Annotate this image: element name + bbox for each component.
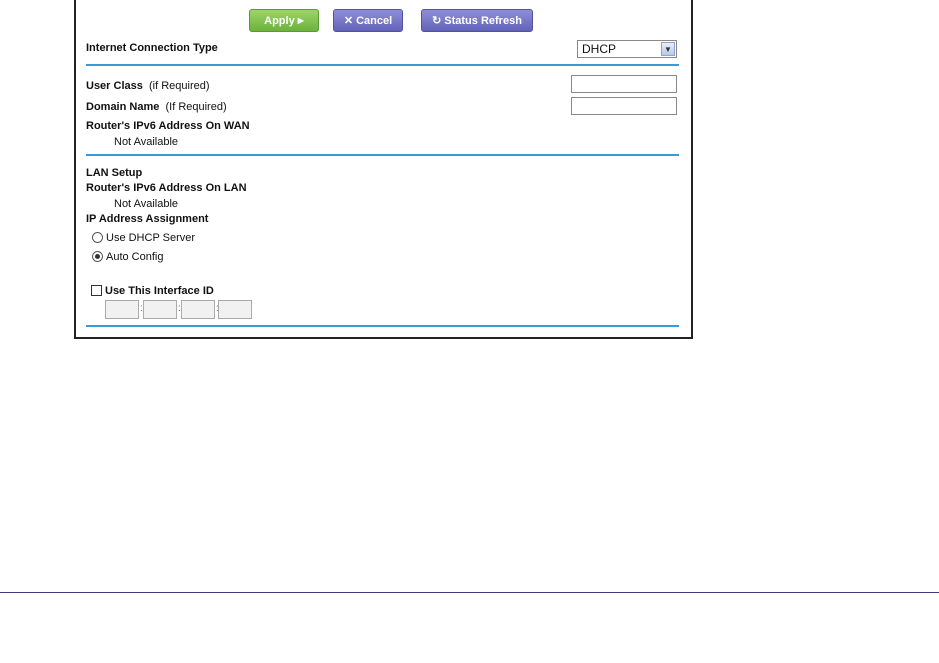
section-divider <box>86 154 679 156</box>
interface-id-field-3[interactable] <box>181 300 215 319</box>
cancel-label: Cancel <box>356 14 393 27</box>
status-refresh-label: Status Refresh <box>444 14 522 27</box>
interface-id-field-2[interactable] <box>143 300 177 319</box>
ip-address-assignment-label: IP Address Assignment <box>86 213 209 225</box>
apply-button[interactable]: Apply ▶ <box>249 9 319 32</box>
section-divider <box>86 325 679 327</box>
user-class-hint: (if Required) <box>149 80 210 92</box>
chevron-down-icon: ▼ <box>661 42 675 56</box>
ipv6-settings-panel: Apply ▶ ✕ Cancel ↻ Status Refresh Intern… <box>74 0 693 339</box>
connection-type-select[interactable]: DHCP ▼ <box>577 40 677 58</box>
auto-config-radio[interactable] <box>92 251 103 262</box>
connection-type-value: DHCP <box>582 42 617 56</box>
user-class-row: User Class (if Required) <box>86 80 210 92</box>
use-dhcp-server-radio[interactable] <box>92 232 103 243</box>
section-divider <box>86 64 679 66</box>
ipv6-lan-value: Not Available <box>114 198 179 210</box>
ipv6-wan-value: Not Available <box>114 136 179 148</box>
status-refresh-button[interactable]: ↻ Status Refresh <box>421 9 533 32</box>
domain-name-hint: (If Required) <box>165 101 227 113</box>
use-interface-id-checkbox[interactable] <box>91 285 102 296</box>
use-dhcp-server-label: Use DHCP Server <box>106 232 196 244</box>
domain-name-row: Domain Name (If Required) <box>86 101 227 113</box>
internet-connection-type-label: Internet Connection Type <box>86 42 218 54</box>
close-icon: ✕ <box>343 15 354 27</box>
domain-name-input[interactable] <box>571 97 677 115</box>
cancel-button[interactable]: ✕ Cancel <box>333 9 403 32</box>
refresh-icon: ↻ <box>432 15 442 27</box>
lan-setup-heading: LAN Setup <box>86 167 143 179</box>
play-icon: ▶ <box>297 16 304 25</box>
user-class-input[interactable] <box>571 75 677 93</box>
apply-label: Apply <box>264 14 295 27</box>
use-interface-id-label: Use This Interface ID <box>105 285 214 297</box>
domain-name-label: Domain Name <box>86 101 160 113</box>
auto-config-label: Auto Config <box>106 251 164 263</box>
page-divider <box>0 592 939 593</box>
interface-id-field-4[interactable] <box>218 300 252 319</box>
user-class-label: User Class <box>86 80 143 92</box>
ipv6-wan-label: Router's IPv6 Address On WAN <box>86 120 250 132</box>
interface-id-field-1[interactable] <box>105 300 139 319</box>
ipv6-lan-label: Router's IPv6 Address On LAN <box>86 182 247 194</box>
